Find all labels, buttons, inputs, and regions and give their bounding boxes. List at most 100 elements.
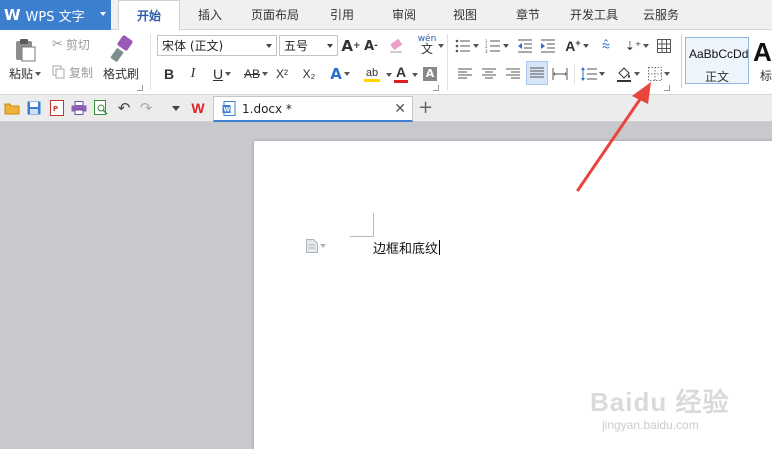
svg-text:W: W xyxy=(224,106,231,113)
tab-developer[interactable]: 开发工具 xyxy=(564,0,624,30)
increase-indent-button[interactable] xyxy=(539,35,557,57)
underline-button[interactable]: U xyxy=(210,63,234,85)
wps-home-icon[interactable]: W xyxy=(190,100,206,116)
print-preview-icon[interactable] xyxy=(93,100,109,116)
chevron-down-icon[interactable] xyxy=(438,44,444,48)
character-border-button[interactable]: ⩯ xyxy=(597,35,615,57)
redo-icon[interactable]: ↷ xyxy=(138,99,154,117)
tab-review[interactable]: 审阅 xyxy=(382,0,426,30)
customize-toolbar-icon[interactable] xyxy=(167,100,183,116)
table-button[interactable] xyxy=(655,35,673,57)
clipboard-launcher-icon[interactable] xyxy=(137,85,143,91)
font-family-value: 宋体 (正文) xyxy=(162,39,224,53)
ribbon: 粘贴 ✂ 剪切 复制 格式刷 宋体 (正文) 五号 A + A- wén 文 B… xyxy=(0,30,772,95)
tab-home[interactable]: 开始 xyxy=(118,0,180,31)
numbered-list-icon: 1 2 3 xyxy=(485,39,500,53)
font-color-button[interactable]: A xyxy=(389,63,413,85)
chevron-down-icon xyxy=(262,72,268,76)
chevron-down-icon xyxy=(582,44,589,48)
close-icon[interactable]: ✕ xyxy=(394,101,406,117)
new-tab-plus-icon[interactable]: + xyxy=(418,97,433,118)
chevron-down-icon xyxy=(634,72,640,76)
tab-chapter[interactable]: 章节 xyxy=(506,0,550,30)
paste-icon[interactable] xyxy=(10,36,40,64)
decrease-indent-button[interactable] xyxy=(516,35,534,57)
character-border-icon: ⩯ xyxy=(601,38,611,54)
font-launcher-icon[interactable] xyxy=(433,85,439,91)
open-folder-icon[interactable] xyxy=(4,100,20,116)
numbered-list-button[interactable]: 1 2 3 xyxy=(485,35,509,57)
change-case-icon: A+ xyxy=(565,38,581,54)
app-menu-button[interactable]: W WPS 文字 xyxy=(0,0,111,30)
text-effect-button[interactable]: A xyxy=(329,63,351,85)
document-tab[interactable]: W 1.docx * ✕ xyxy=(213,96,413,122)
highlight-button[interactable]: ab xyxy=(357,63,387,85)
subscript-button[interactable]: X₂ xyxy=(299,63,319,85)
print-icon[interactable] xyxy=(71,100,87,116)
separator xyxy=(447,34,448,90)
menu-bar: W WPS 文字 开始 插入 页面布局 引用 审阅 视图 章节 开发工具 云服务 xyxy=(0,0,772,31)
sort-button[interactable]: ⇣⁺ xyxy=(624,35,650,57)
paragraph-doc-icon xyxy=(306,239,318,253)
save-icon[interactable] xyxy=(26,100,42,116)
align-right-button[interactable] xyxy=(505,63,521,85)
format-painter-label[interactable]: 格式刷 xyxy=(103,65,139,82)
watermark-url: jingyan.baidu.com xyxy=(602,418,699,432)
line-spacing-button[interactable] xyxy=(580,63,606,85)
paragraph-launcher-icon[interactable] xyxy=(664,85,670,91)
chevron-down-icon[interactable] xyxy=(412,73,418,77)
text-cursor xyxy=(439,240,441,255)
font-size-select[interactable]: 五号 xyxy=(279,35,338,56)
format-painter-icon[interactable] xyxy=(108,34,136,64)
paragraph-handle[interactable] xyxy=(306,239,326,253)
style-normal[interactable]: AaBbCcDd 正文 xyxy=(685,37,749,84)
sort-icon: ⇣⁺ xyxy=(624,39,642,53)
chevron-down-icon xyxy=(664,72,670,76)
document-name: 1.docx * xyxy=(242,101,292,116)
shading-button[interactable] xyxy=(614,63,642,85)
align-right-icon xyxy=(506,68,520,79)
undo-icon[interactable]: ↶ xyxy=(116,99,132,117)
separator xyxy=(574,64,575,84)
document-paragraph: 边框和底纹 xyxy=(373,242,439,257)
copy-button[interactable]: 复制 xyxy=(52,64,93,80)
borders-button[interactable] xyxy=(645,63,673,85)
superscript-button[interactable]: X² xyxy=(272,63,292,85)
chevron-down-icon xyxy=(599,72,605,76)
highlight-color-bar xyxy=(364,78,380,82)
bullet-list-button[interactable] xyxy=(455,35,479,57)
tab-view[interactable]: 视图 xyxy=(443,0,487,30)
underline-label: U xyxy=(212,66,224,82)
line-spacing-icon xyxy=(581,67,597,81)
tab-page-layout[interactable]: 页面布局 xyxy=(245,0,305,30)
margin-corner-mark xyxy=(373,213,374,237)
font-size-value: 五号 xyxy=(284,39,309,53)
font-color-icon: A xyxy=(395,64,407,80)
tab-references[interactable]: 引用 xyxy=(320,0,364,30)
clear-format-button[interactable] xyxy=(387,35,405,57)
strikethrough-button[interactable]: AB xyxy=(241,63,271,85)
align-left-button[interactable] xyxy=(457,63,473,85)
distributed-align-icon xyxy=(552,68,568,80)
style-heading-name: 标 xyxy=(760,69,772,83)
bold-button[interactable]: B xyxy=(160,63,178,85)
grow-font-button[interactable]: A + xyxy=(341,35,360,57)
change-case-button[interactable]: A+ xyxy=(563,35,591,57)
chevron-down-icon xyxy=(35,71,42,76)
character-shading-button[interactable]: A xyxy=(421,63,439,85)
align-center-button[interactable] xyxy=(481,63,497,85)
border-grid-icon xyxy=(648,67,662,81)
document-body-text[interactable]: 边框和底纹 xyxy=(373,238,441,257)
cut-button[interactable]: ✂ 剪切 xyxy=(52,36,90,52)
export-pdf-icon[interactable]: P xyxy=(49,100,65,116)
font-family-select[interactable]: 宋体 (正文) xyxy=(157,35,277,56)
tab-cloud-service[interactable]: 云服务 xyxy=(636,0,686,30)
paste-button[interactable]: 粘贴 xyxy=(9,65,42,82)
shrink-font-button[interactable]: A- xyxy=(363,35,379,57)
tab-insert[interactable]: 插入 xyxy=(188,0,232,30)
justify-button[interactable] xyxy=(526,61,548,85)
phonetic-guide-button[interactable]: wén 文 xyxy=(413,33,441,55)
italic-button[interactable]: I xyxy=(186,63,200,85)
highlighter-icon: ab xyxy=(365,66,379,79)
distributed-align-button[interactable] xyxy=(551,63,569,85)
